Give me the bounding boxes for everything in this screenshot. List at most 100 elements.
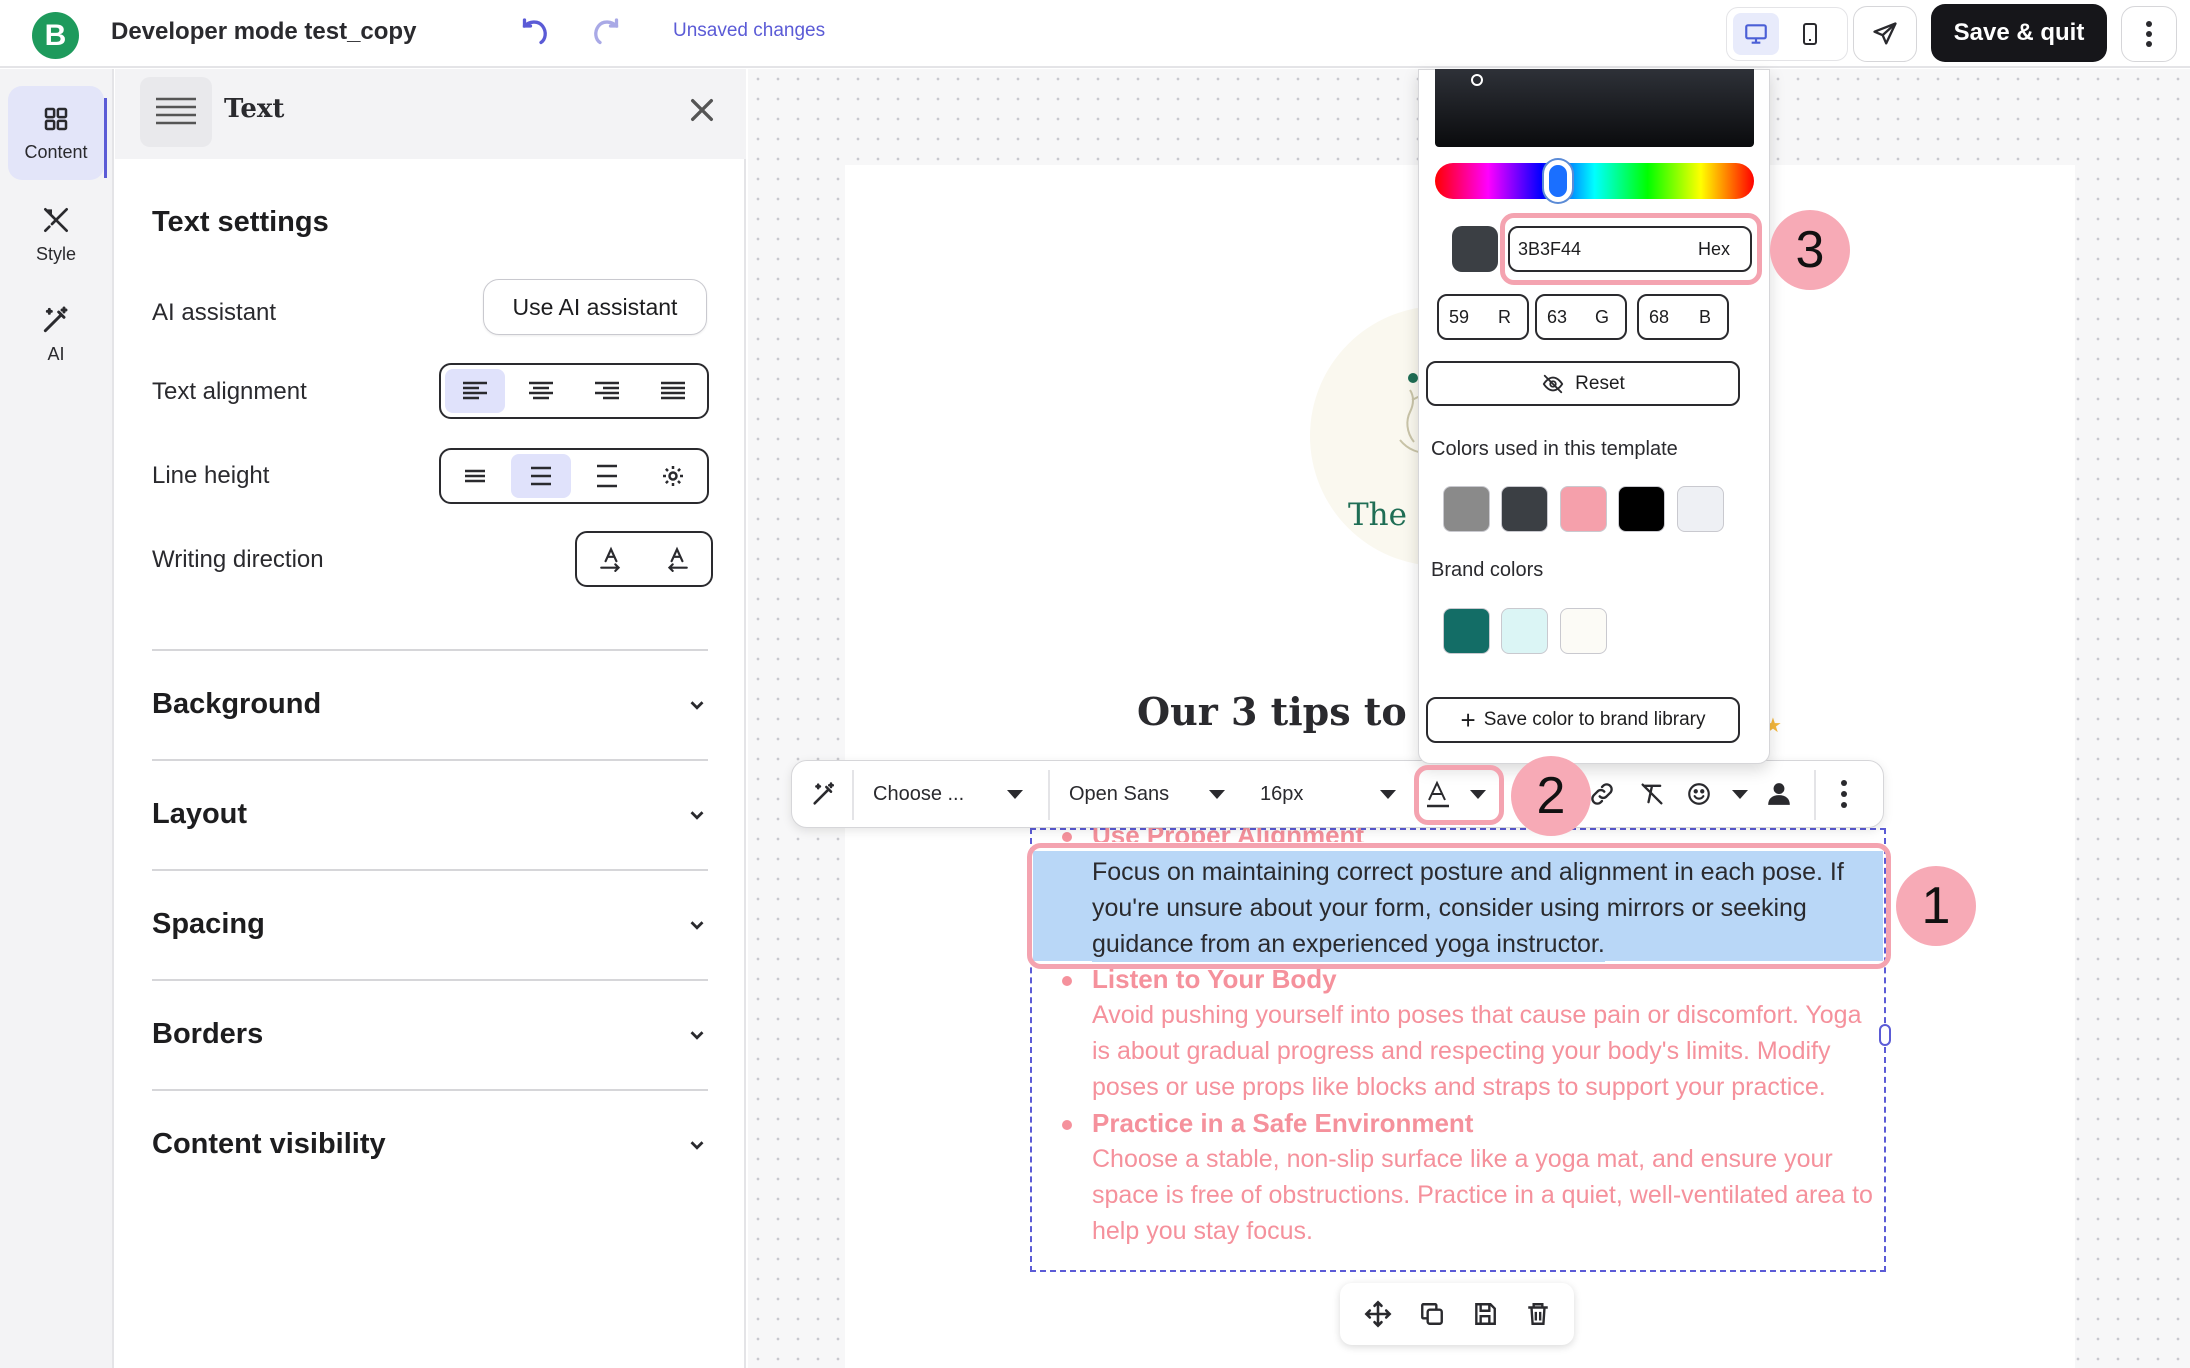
resize-handle[interactable] bbox=[1879, 1024, 1891, 1046]
desktop-view-icon[interactable] bbox=[1733, 13, 1779, 55]
chevron-down-icon[interactable] bbox=[686, 694, 708, 716]
section-borders[interactable]: Borders bbox=[152, 1018, 263, 1051]
rail-item-ai[interactable]: AI bbox=[8, 287, 104, 381]
section-layout[interactable]: Layout bbox=[152, 798, 247, 831]
section-content-visibility[interactable]: Content visibility bbox=[152, 1128, 386, 1161]
blue-label: B bbox=[1698, 306, 1711, 327]
font-family-value: Open Sans bbox=[1069, 782, 1170, 805]
template-color-swatch[interactable] bbox=[1560, 486, 1607, 532]
align-left-icon[interactable] bbox=[445, 369, 505, 413]
document-title[interactable]: Developer mode test_copy bbox=[111, 18, 416, 46]
duplicate-icon[interactable] bbox=[1419, 1301, 1445, 1327]
chevron-down-icon[interactable] bbox=[686, 804, 708, 826]
save-block-icon[interactable] bbox=[1472, 1301, 1498, 1327]
template-colors-label: Colors used in this template bbox=[1431, 438, 1678, 460]
template-color-swatch[interactable] bbox=[1443, 486, 1490, 532]
rtl-direction-icon[interactable] bbox=[647, 537, 707, 581]
divider bbox=[152, 979, 708, 981]
trash-icon[interactable] bbox=[1525, 1301, 1551, 1327]
brand-color-swatch[interactable] bbox=[1501, 608, 1548, 654]
send-test-icon[interactable] bbox=[1853, 6, 1917, 62]
list-item-text[interactable]: is about gradual progress and respecting… bbox=[1092, 1037, 1830, 1066]
brand-color-swatch[interactable] bbox=[1560, 608, 1607, 654]
rail-item-label: AI bbox=[47, 343, 65, 364]
writing-direction-label: Writing direction bbox=[152, 546, 324, 573]
list-item-text[interactable]: Avoid pushing yourself into poses that c… bbox=[1092, 1001, 1861, 1030]
plus-icon: + bbox=[1460, 705, 1476, 735]
move-icon[interactable] bbox=[1364, 1300, 1392, 1328]
save-quit-button[interactable]: Save & quit bbox=[1931, 4, 2107, 62]
chevron-down-icon[interactable] bbox=[686, 1024, 708, 1046]
more-options-icon[interactable] bbox=[1840, 776, 1848, 812]
list-item-text[interactable]: poses or use props like blocks and strap… bbox=[1092, 1073, 1826, 1102]
list-item-text[interactable]: help you stay focus. bbox=[1092, 1217, 1313, 1246]
green-input[interactable]: 63 G bbox=[1535, 294, 1627, 340]
line-height-small-icon[interactable] bbox=[445, 454, 505, 498]
divider bbox=[152, 1089, 708, 1091]
blue-input[interactable]: 68 B bbox=[1637, 294, 1729, 340]
reset-label: Reset bbox=[1575, 372, 1625, 394]
line-height-label: Line height bbox=[152, 462, 270, 489]
text-style-dropdown[interactable]: Choose ... bbox=[873, 776, 1023, 812]
emoji-icon bbox=[1686, 781, 1712, 807]
divider bbox=[852, 770, 854, 820]
list-item-text[interactable]: Choose a stable, non-slip surface like a… bbox=[1092, 1145, 1833, 1174]
align-justify-icon[interactable] bbox=[643, 369, 703, 413]
rail-item-label: Content bbox=[24, 141, 88, 162]
section-spacing[interactable]: Spacing bbox=[152, 908, 265, 941]
ltr-direction-icon[interactable] bbox=[581, 537, 641, 581]
app-logo[interactable]: B bbox=[32, 12, 79, 59]
leaf-icon bbox=[1408, 373, 1418, 383]
chevron-down-icon[interactable] bbox=[686, 914, 708, 936]
align-center-icon[interactable] bbox=[511, 369, 571, 413]
mobile-view-icon[interactable] bbox=[1787, 13, 1833, 55]
annotation-box bbox=[1500, 213, 1762, 285]
font-size-dropdown[interactable]: 16px bbox=[1260, 776, 1396, 812]
brush-icon bbox=[40, 204, 72, 236]
rail-item-label: Style bbox=[35, 243, 77, 264]
chevron-down-icon bbox=[1209, 789, 1225, 799]
rail-item-content[interactable]: Content bbox=[8, 86, 104, 180]
list-item-title[interactable]: Practice in a Safe Environment bbox=[1092, 1108, 1473, 1139]
reset-color-button[interactable]: Reset bbox=[1426, 361, 1740, 406]
template-color-swatch[interactable] bbox=[1677, 486, 1724, 532]
template-color-swatch[interactable] bbox=[1501, 486, 1548, 532]
hue-slider-thumb[interactable] bbox=[1544, 160, 1572, 202]
person-icon[interactable] bbox=[1766, 776, 1792, 812]
brand-colors-label: Brand colors bbox=[1431, 559, 1544, 581]
annotation-box bbox=[1414, 765, 1504, 825]
font-family-dropdown[interactable]: Open Sans bbox=[1069, 776, 1225, 812]
clear-format-icon[interactable] bbox=[1638, 776, 1666, 812]
use-ai-assistant-button[interactable]: Use AI assistant bbox=[483, 279, 707, 335]
magic-wand-icon[interactable] bbox=[810, 776, 838, 812]
align-right-icon[interactable] bbox=[577, 369, 637, 413]
brand-color-swatch[interactable] bbox=[1443, 608, 1490, 654]
text-style-value: Choose ... bbox=[873, 782, 965, 805]
chevron-down-icon[interactable] bbox=[686, 1134, 708, 1156]
save-to-brand-library-button[interactable]: + Save color to brand library bbox=[1426, 697, 1740, 743]
divider bbox=[152, 869, 708, 871]
saturation-handle[interactable] bbox=[1471, 74, 1483, 86]
list-item-text[interactable]: space is free of obstructions. Practice … bbox=[1092, 1181, 1873, 1210]
more-options-icon[interactable] bbox=[2121, 6, 2177, 62]
line-height-medium-icon[interactable] bbox=[511, 454, 571, 498]
link-icon[interactable] bbox=[1588, 776, 1616, 812]
line-height-large-icon[interactable] bbox=[577, 454, 637, 498]
red-value: 59 bbox=[1449, 306, 1470, 327]
font-size-value: 16px bbox=[1260, 782, 1304, 805]
undo-icon[interactable] bbox=[517, 14, 553, 50]
block-actions-bar bbox=[1340, 1283, 1574, 1345]
rail-item-style[interactable]: Style bbox=[8, 187, 104, 281]
close-icon[interactable] bbox=[686, 94, 718, 126]
section-background[interactable]: Background bbox=[152, 688, 321, 721]
hue-slider[interactable] bbox=[1435, 163, 1754, 199]
annotation-marker: 1 bbox=[1896, 866, 1976, 946]
redo-icon[interactable] bbox=[588, 14, 624, 50]
gear-icon[interactable] bbox=[643, 454, 703, 498]
red-input[interactable]: 59 R bbox=[1437, 294, 1529, 340]
current-color-swatch bbox=[1452, 226, 1498, 272]
emoji-dropdown[interactable] bbox=[1686, 776, 1748, 812]
template-color-swatch[interactable] bbox=[1618, 486, 1665, 532]
text-block-icon bbox=[140, 77, 212, 147]
red-label: R bbox=[1498, 306, 1511, 327]
